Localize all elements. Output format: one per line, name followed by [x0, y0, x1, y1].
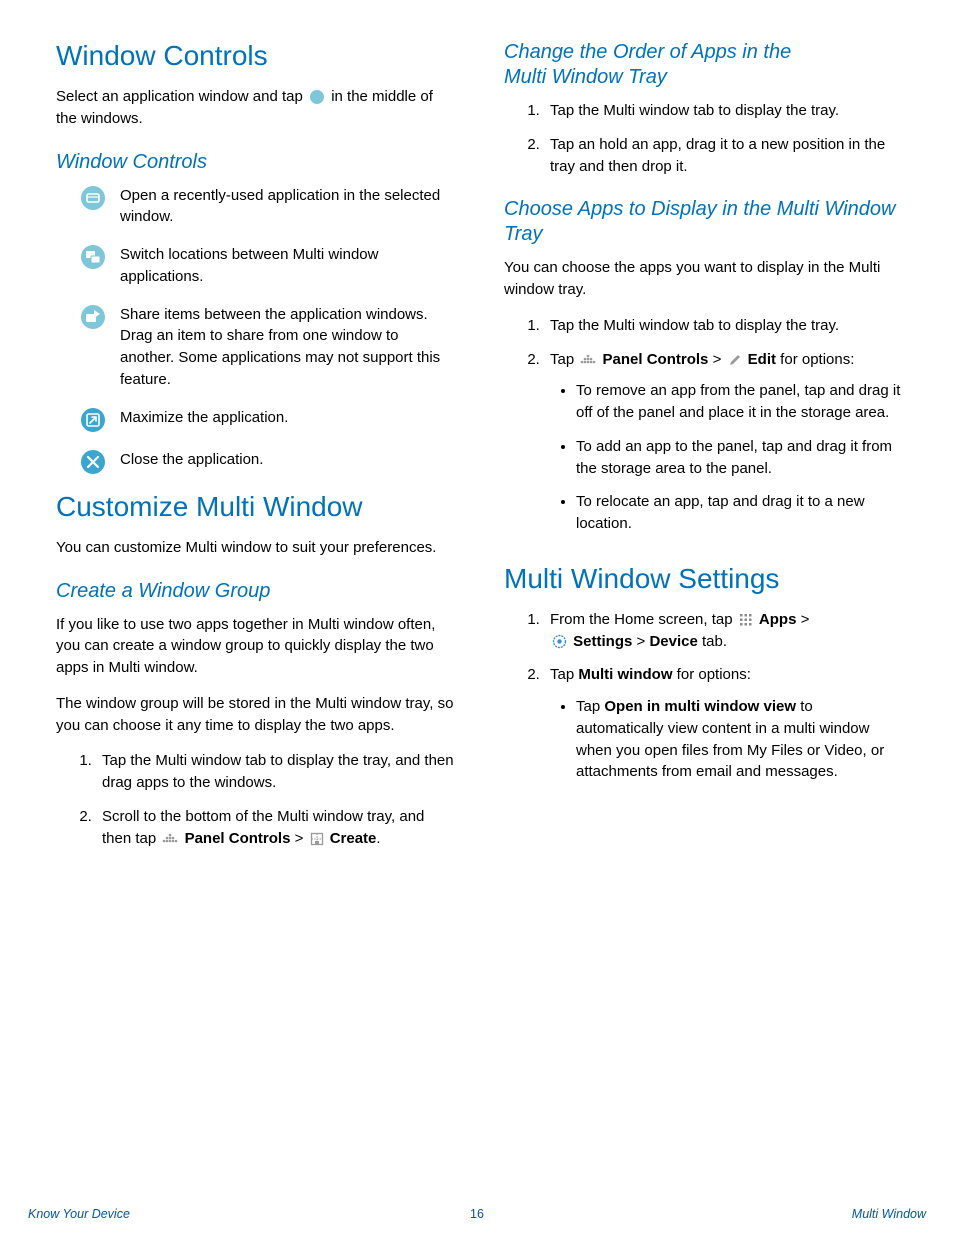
text: Tap	[550, 351, 578, 368]
text-bold: Apps	[759, 611, 797, 628]
text: >	[632, 633, 649, 650]
text-bold: Multi window	[578, 666, 672, 683]
list-item: Tap Panel Controls > Edit for options: T…	[544, 349, 904, 535]
circle-handle-icon	[309, 89, 325, 105]
list-item: Maximize the application.	[80, 407, 456, 433]
choose-apps-options: To remove an app from the panel, tap and…	[550, 380, 904, 535]
subheading-choose-apps: Choose Apps to Display in the Multi Wind…	[504, 197, 904, 247]
text: Share items between the application wind…	[120, 304, 456, 391]
list-item: Tap the Multi window tab to display the …	[96, 750, 456, 794]
list-item: Tap the Multi window tab to display the …	[544, 315, 904, 337]
text: If you like to use two apps together in …	[56, 614, 456, 679]
text: You can choose the apps you want to disp…	[504, 257, 904, 301]
text: .	[376, 830, 380, 847]
heading-multi-window-settings: Multi Window Settings	[504, 563, 904, 595]
choose-apps-steps: Tap the Multi window tab to display the …	[504, 315, 904, 535]
text-bold: Open in multi window view	[604, 698, 796, 715]
text: for options:	[673, 666, 751, 683]
text: Tap	[576, 698, 604, 715]
subheading-window-controls: Window Controls	[56, 150, 456, 175]
text: Tap	[550, 666, 578, 683]
left-column: Window Controls Select an application wi…	[56, 40, 456, 863]
change-order-steps: Tap the Multi window tab to display the …	[504, 100, 904, 177]
list-item: Tap Open in multi window view to automat…	[576, 696, 904, 783]
text: The window group will be stored in the M…	[56, 693, 456, 737]
subheading-create-window-group: Create a Window Group	[56, 579, 456, 604]
list-item: To remove an app from the panel, tap and…	[576, 380, 904, 424]
text: for options:	[776, 351, 854, 368]
page-footer: Know Your Device 16 Multi Window	[0, 1207, 954, 1221]
text-bold: Edit	[748, 351, 776, 368]
list-item: Scroll to the bottom of the Multi window…	[96, 806, 456, 850]
text: Open a recently-used application in the …	[120, 185, 456, 229]
close-icon	[80, 449, 106, 475]
text-bold: Panel Controls	[185, 830, 291, 847]
recent-app-icon	[80, 185, 106, 211]
footer-right: Multi Window	[852, 1207, 926, 1221]
list-item: Switch locations between Multi window ap…	[80, 244, 456, 288]
settings-gear-icon	[552, 634, 567, 649]
text-bold: Create	[330, 830, 377, 847]
maximize-icon	[80, 407, 106, 433]
text: Maximize the application.	[120, 407, 456, 429]
list-item: Share items between the application wind…	[80, 304, 456, 391]
heading-window-controls: Window Controls	[56, 40, 456, 72]
text: tab.	[698, 633, 727, 650]
list-item: Open a recently-used application in the …	[80, 185, 456, 229]
text: >	[796, 611, 809, 628]
text: From the Home screen, tap	[550, 611, 737, 628]
switch-windows-icon	[80, 244, 106, 270]
text: Close the application.	[120, 449, 456, 471]
apps-grid-icon	[739, 613, 753, 627]
settings-options: Tap Open in multi window view to automat…	[550, 696, 904, 783]
customize-intro: You can customize Multi window to suit y…	[56, 537, 456, 559]
panel-controls-icon	[580, 354, 596, 366]
footer-left: Know Your Device	[28, 1207, 130, 1221]
text: >	[295, 830, 308, 847]
page-number: 16	[470, 1207, 484, 1221]
text: Switch locations between Multi window ap…	[120, 244, 456, 288]
create-group-steps: Tap the Multi window tab to display the …	[56, 750, 456, 849]
list-item: Tap the Multi window tab to display the …	[544, 100, 904, 122]
text: >	[713, 351, 726, 368]
panel-controls-icon	[162, 833, 178, 845]
settings-steps: From the Home screen, tap Apps > Setting…	[504, 609, 904, 783]
text: Select an application window and tap	[56, 88, 307, 105]
edit-pencil-icon	[728, 353, 742, 367]
text-bold: Panel Controls	[603, 351, 709, 368]
list-item: Close the application.	[80, 449, 456, 475]
list-item: Tap Multi window for options: Tap Open i…	[544, 664, 904, 783]
share-items-icon	[80, 304, 106, 330]
right-column: Change the Order of Apps in the Multi Wi…	[504, 40, 904, 863]
list-item: To add an app to the panel, tap and drag…	[576, 436, 904, 480]
subheading-change-order: Change the Order of Apps in the Multi Wi…	[504, 40, 904, 90]
window-controls-icon-list: Open a recently-used application in the …	[56, 185, 456, 475]
create-icon	[310, 832, 324, 846]
list-item: From the Home screen, tap Apps > Setting…	[544, 609, 904, 653]
window-controls-intro: Select an application window and tap in …	[56, 86, 456, 130]
heading-customize-multi-window: Customize Multi Window	[56, 491, 456, 523]
list-item: To relocate an app, tap and drag it to a…	[576, 491, 904, 535]
text-bold: Settings	[573, 633, 632, 650]
list-item: Tap an hold an app, drag it to a new pos…	[544, 134, 904, 178]
text-bold: Device	[649, 633, 697, 650]
